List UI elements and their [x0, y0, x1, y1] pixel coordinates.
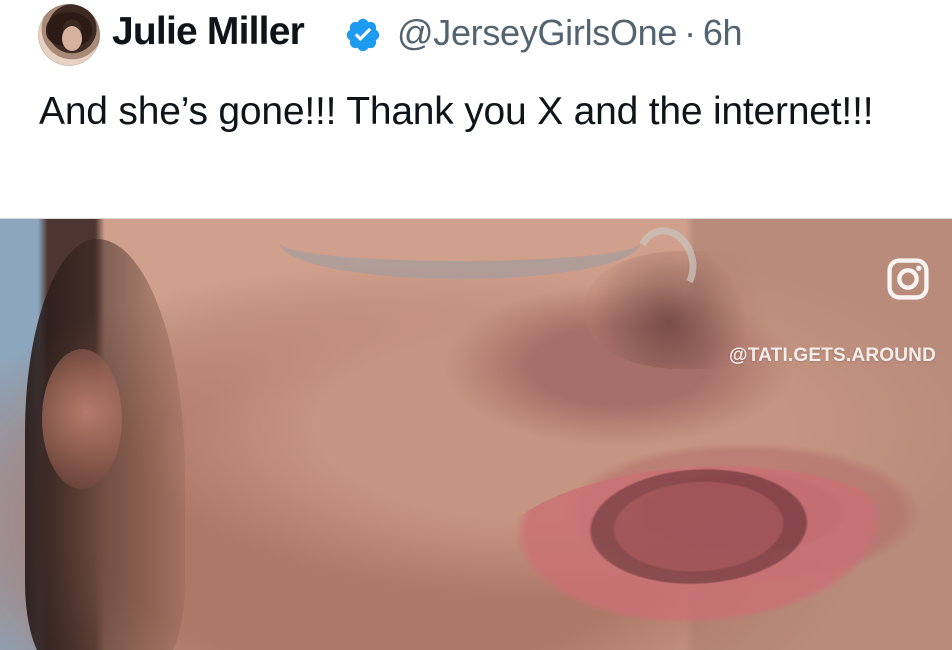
author-name[interactable]: Julie Miller	[112, 8, 305, 56]
media-watermark: @TATI.GETS.AROUND	[729, 345, 936, 366]
meta-separator: ·	[684, 12, 696, 53]
tweet-header: Julie Miller @JerseyGirlsOne · 6h	[0, 0, 952, 66]
tweet-media-image[interactable]: @TATI.GETS.AROUND	[0, 218, 952, 650]
avatar-face	[62, 26, 82, 51]
verified-badge-icon	[346, 18, 380, 52]
author-meta: @JerseyGirlsOne · 6h	[397, 10, 743, 56]
author-handle[interactable]: @JerseyGirlsOne	[397, 12, 677, 53]
tweet-card[interactable]: Julie Miller @JerseyGirlsOne · 6h And she’…	[0, 0, 952, 650]
tweet-text: And she’s gone!!! Thank you X and the in…	[39, 90, 874, 133]
instagram-icon	[887, 258, 929, 300]
lips	[485, 456, 915, 648]
avatar[interactable]	[38, 4, 100, 66]
glasses-frame	[280, 219, 640, 279]
post-time[interactable]: 6h	[703, 12, 743, 53]
ear-shadow	[42, 349, 122, 489]
